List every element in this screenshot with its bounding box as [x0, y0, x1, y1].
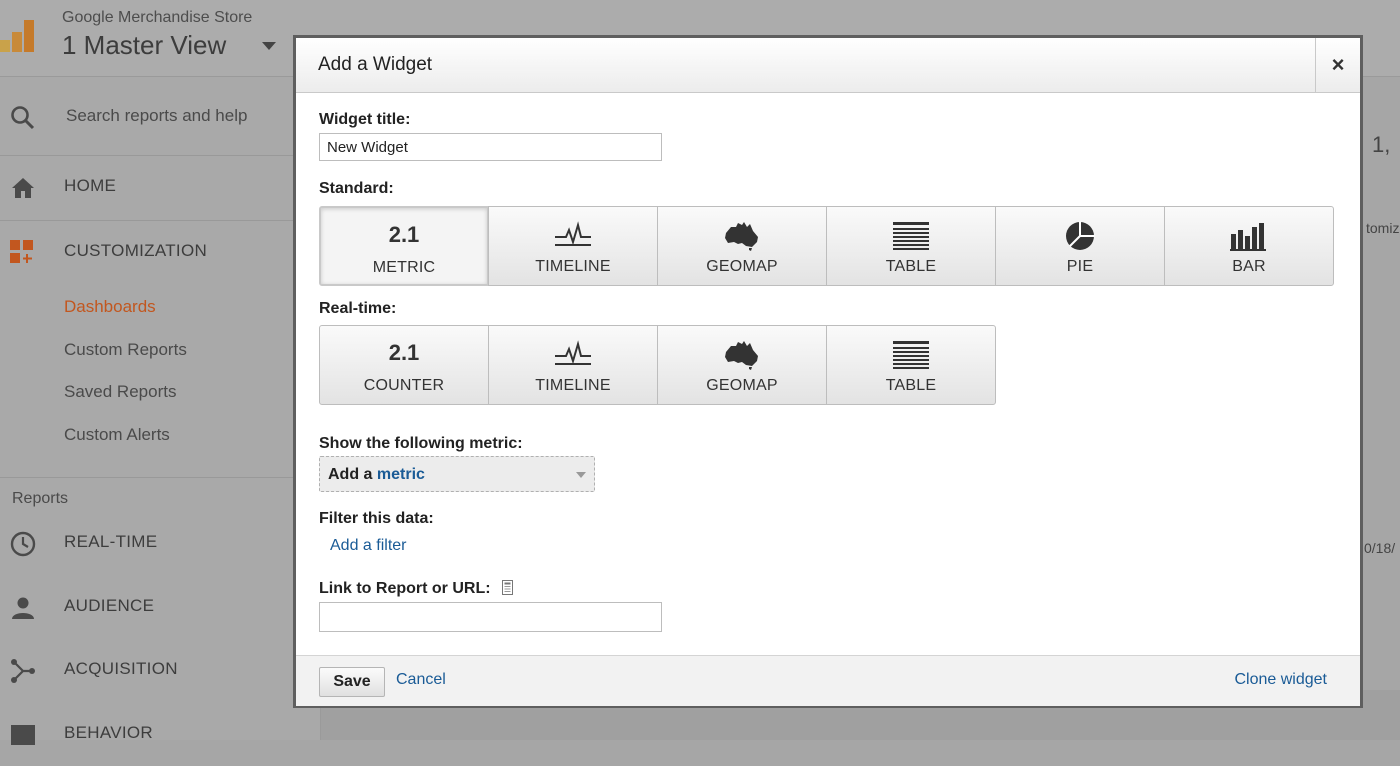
background-text-fragment: 0/18/: [1364, 540, 1396, 556]
home-icon: [12, 178, 34, 198]
sidebar-item-label: BEHAVIOR: [64, 723, 153, 742]
realtime-widget-types: 2.1 COUNTER TIMELINE GEOMAP TABLE: [319, 325, 996, 405]
dialog-footer: Save Cancel Clone widget: [296, 655, 1360, 706]
sidebar-item-acquisition[interactable]: ACQUISITION: [0, 640, 320, 702]
widget-type-label: TIMELINE: [535, 377, 611, 394]
cancel-link[interactable]: Cancel: [396, 671, 446, 689]
pie-icon: [1066, 221, 1095, 250]
metric-select[interactable]: Add a metric: [319, 456, 595, 492]
background-text-fragment: tomiz: [1366, 220, 1400, 236]
australia-map-icon: [725, 341, 758, 370]
table-icon: [893, 222, 929, 250]
chevron-down-icon[interactable]: [262, 42, 276, 50]
counter-number-icon: 2.1: [388, 340, 420, 365]
url-input[interactable]: [319, 602, 662, 632]
chevron-down-icon: [576, 472, 586, 478]
divider: [0, 477, 320, 478]
reports-section-header: Reports: [12, 490, 69, 507]
timeline-icon: [555, 340, 591, 365]
standard-label: Standard:: [319, 180, 394, 197]
widget-type-label: TIMELINE: [535, 258, 611, 275]
view-selector[interactable]: 1 Master View: [62, 30, 226, 61]
sidebar-subitem-saved-reports[interactable]: Saved Reports: [64, 382, 176, 402]
account-name: Google Merchandise Store: [62, 9, 253, 26]
widget-type-label: METRIC: [372, 259, 436, 276]
close-button[interactable]: ×: [1315, 38, 1360, 92]
background-text-fragment: 1,: [1372, 132, 1391, 157]
standard-metric-button[interactable]: 2.1 METRIC: [319, 206, 489, 286]
sidebar-item-audience[interactable]: AUDIENCE: [0, 577, 320, 639]
standard-pie-button[interactable]: PIE: [995, 206, 1165, 286]
sidebar-item-label: REAL-TIME: [64, 532, 158, 551]
sidebar-item-behavior[interactable]: BEHAVIOR: [0, 704, 320, 766]
realtime-table-button[interactable]: TABLE: [826, 325, 996, 405]
sidebar-item-label: CUSTOMIZATION: [64, 241, 208, 260]
dialog-header: Add a Widget ×: [296, 38, 1360, 93]
widget-title-label: Widget title:: [319, 111, 411, 128]
metric-select-link[interactable]: metric: [377, 466, 425, 483]
dialog-title: Add a Widget: [318, 54, 433, 75]
sidebar-item-home[interactable]: HOME: [0, 157, 320, 219]
standard-timeline-button[interactable]: TIMELINE: [488, 206, 658, 286]
standard-table-button[interactable]: TABLE: [826, 206, 996, 286]
widget-type-label: TABLE: [885, 258, 937, 275]
realtime-timeline-button[interactable]: TIMELINE: [488, 325, 658, 405]
realtime-counter-button[interactable]: 2.1 COUNTER: [319, 325, 489, 405]
url-label: Link to Report or URL:: [319, 580, 491, 597]
behavior-window-icon: [11, 725, 35, 745]
australia-map-icon: [725, 222, 758, 251]
standard-bar-button[interactable]: BAR: [1164, 206, 1334, 286]
person-icon: [12, 597, 34, 619]
metric-label: Show the following metric:: [319, 435, 523, 452]
timeline-icon: [555, 221, 591, 246]
sidebar-item-label: AUDIENCE: [64, 596, 155, 615]
customization-grid-icon: [10, 240, 33, 263]
standard-widget-types: 2.1 METRIC TIMELINE GEOMAP TABLE PIE BAR: [319, 206, 1334, 286]
widget-title-input[interactable]: [319, 133, 662, 161]
widget-type-label: GEOMAP: [706, 258, 778, 275]
search-input[interactable]: Search reports and help: [66, 106, 247, 126]
add-widget-dialog: Add a Widget × Widget title: Standard: 2…: [293, 35, 1363, 708]
filter-label: Filter this data:: [319, 510, 434, 527]
sidebar-item-customization[interactable]: CUSTOMIZATION: [0, 222, 320, 284]
sidebar-item-real-time[interactable]: REAL-TIME: [0, 513, 320, 575]
sidebar-subitem-dashboards[interactable]: Dashboards: [64, 297, 156, 317]
widget-type-label: GEOMAP: [706, 377, 778, 394]
widget-type-label: TABLE: [885, 377, 937, 394]
sidebar-item-label: ACQUISITION: [64, 659, 178, 678]
save-button[interactable]: Save: [319, 667, 385, 697]
url-info-icon[interactable]: [502, 580, 513, 595]
standard-geomap-button[interactable]: GEOMAP: [657, 206, 827, 286]
add-filter-link[interactable]: Add a filter: [330, 537, 406, 555]
table-icon: [893, 341, 929, 369]
clock-icon: [10, 531, 36, 557]
metric-number-icon: 2.1: [388, 222, 420, 247]
realtime-geomap-button[interactable]: GEOMAP: [657, 325, 827, 405]
search-icon: [11, 106, 35, 130]
sidebar-subitem-custom-alerts[interactable]: Custom Alerts: [64, 425, 170, 445]
search-bar[interactable]: Search reports and help: [0, 77, 320, 156]
widget-type-label: PIE: [1066, 258, 1094, 275]
sidebar: Search reports and help HOME CUSTOMIZATI…: [0, 77, 321, 745]
sidebar-subitem-custom-reports[interactable]: Custom Reports: [64, 340, 187, 360]
widget-type-label: BAR: [1232, 258, 1266, 275]
acquisition-fork-icon: [11, 659, 35, 683]
clone-widget-link[interactable]: Clone widget: [1235, 671, 1328, 689]
bar-chart-icon: [1230, 223, 1266, 251]
divider: [0, 220, 320, 221]
widget-type-label: COUNTER: [363, 377, 445, 394]
analytics-logo-icon: [0, 20, 34, 52]
sidebar-item-label: HOME: [64, 176, 117, 195]
metric-select-prefix: Add a: [328, 466, 373, 483]
realtime-label: Real-time:: [319, 300, 397, 317]
